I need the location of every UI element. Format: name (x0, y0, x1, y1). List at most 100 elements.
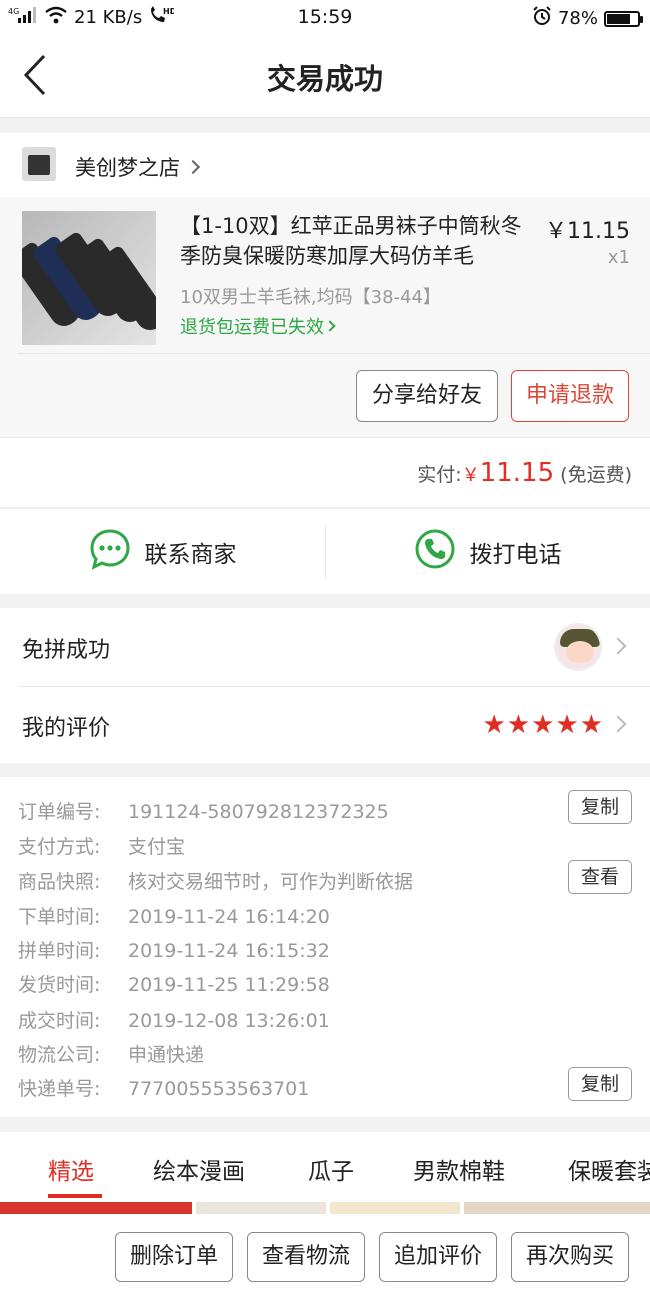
paid-amount: 11.15 (479, 458, 555, 488)
detail-row: 拼单时间: 2019-11-24 16:15:32 (18, 936, 330, 963)
star-icon: ★ (579, 710, 604, 740)
detail-row: 订单编号: 191124-580792812372325 (18, 797, 389, 824)
recommend-tabs: 精选 绘本漫画 瓜子 男款棉鞋 保暖套装 (0, 1132, 650, 1202)
paid-label: 实付: (417, 464, 462, 486)
review-label: 我的评价 (22, 716, 111, 741)
detail-key: 支付方式: (18, 836, 101, 858)
currency-symbol: ￥ (461, 465, 480, 486)
status-right: 78% (532, 6, 643, 31)
tab-item[interactable]: 精选 (48, 1152, 94, 1186)
product-quantity: x1 (607, 247, 630, 268)
contact-bar: 联系商家 拨打电话 (0, 508, 650, 594)
add-review-button[interactable]: 追加评价 (379, 1232, 497, 1282)
star-icon: ★ (506, 710, 532, 740)
contact-merchant-label: 联系商家 (144, 542, 237, 568)
detail-value: 核对交易细节时，可作为判断依据 (128, 871, 414, 893)
review-row[interactable]: 我的评价 ★★★★★ (0, 686, 650, 764)
view-snapshot-button[interactable]: 查看 (568, 860, 632, 894)
avatar-face (566, 641, 594, 663)
shop-row[interactable]: 美创梦之店 (0, 133, 650, 197)
detail-key: 物流公司: (18, 1044, 101, 1066)
star-icon: ★ (482, 710, 507, 740)
return-shipping-text: 退货包运费已失效 (180, 317, 324, 338)
tab-item[interactable]: 瓜子 (308, 1152, 354, 1186)
contact-merchant-button[interactable]: 联系商家 (0, 509, 325, 595)
status-bar: 4G 21 KB/s HD 15:59 78% (0, 0, 650, 34)
detail-value: 申通快递 (128, 1044, 205, 1066)
detail-key: 快递单号: (18, 1078, 101, 1100)
detail-value: 2019-11-24 16:15:32 (128, 940, 330, 962)
shop-name: 美创梦之店 (75, 156, 180, 180)
chevron-right-icon (185, 159, 201, 175)
active-tab-indicator (48, 1194, 102, 1198)
tab-item[interactable]: 绘本漫画 (153, 1152, 245, 1186)
alarm-icon (532, 6, 552, 31)
status-rows: 免拼成功 我的评价 ★★★★★ (0, 608, 650, 763)
share-button[interactable]: 分享给好友 (356, 370, 498, 422)
call-button[interactable]: 拨打电话 (325, 509, 650, 595)
product-spec: 10双男士羊毛袜,均码【38-44】 (180, 287, 441, 308)
chevron-right-icon (609, 715, 627, 733)
battery-percent: 78% (557, 8, 598, 29)
detail-key: 发货时间: (18, 974, 101, 996)
shop-logo (22, 147, 56, 181)
star-icon: ★ (555, 710, 580, 740)
star-icon: ★ (531, 710, 556, 740)
detail-row: 支付方式: 支付宝 (18, 832, 185, 859)
feed-item-preview (0, 1202, 192, 1214)
navigation-bar: 交易成功 (0, 34, 650, 118)
chat-bubble-icon (89, 528, 131, 576)
return-shipping-link[interactable]: 退货包运费已失效 (180, 313, 336, 339)
avatar (554, 623, 602, 671)
detail-row: 发货时间: 2019-11-25 11:29:58 (18, 970, 330, 997)
feed-item-preview (196, 1202, 326, 1214)
order-detail-screen: 4G 21 KB/s HD 15:59 78% 交易成功 美创梦之店 【1-10… (0, 0, 650, 1300)
detail-row: 商品快照: 核对交易细节时，可作为判断依据 (18, 867, 413, 894)
battery-level (607, 13, 631, 24)
refund-button[interactable]: 申请退款 (511, 370, 629, 422)
detail-row: 快递单号: 777005553563701 (18, 1074, 309, 1101)
detail-value: 2019-11-24 16:14:20 (128, 906, 330, 928)
view-logistics-button[interactable]: 查看物流 (247, 1232, 365, 1282)
detail-value: 2019-12-08 13:26:01 (128, 1010, 330, 1032)
paid-line: 实付:￥11.15 (免运费) (417, 458, 632, 488)
detail-value: 2019-11-25 11:29:58 (128, 974, 330, 996)
group-status-label: 免拼成功 (22, 638, 111, 663)
copy-button[interactable]: 复制 (568, 1067, 632, 1101)
page-title: 交易成功 (266, 62, 383, 96)
feed-item-preview (330, 1202, 460, 1214)
payment-summary: 实付:￥11.15 (免运费) (0, 437, 650, 507)
detail-key: 成交时间: (18, 1010, 101, 1032)
detail-row: 下单时间: 2019-11-24 16:14:20 (18, 902, 330, 929)
delete-order-button[interactable]: 删除订单 (115, 1232, 233, 1282)
chevron-right-icon (324, 320, 336, 332)
group-status-row[interactable]: 免拼成功 (0, 608, 650, 687)
product-price: ￥11.15 (545, 219, 630, 244)
tab-item[interactable]: 男款棉鞋 (413, 1152, 505, 1186)
phone-icon (414, 528, 456, 576)
detail-value: 支付宝 (128, 836, 186, 858)
product-title[interactable]: 【1-10双】红苹正品男袜子中筒秋冬季防臭保暖防寒加厚大码仿羊毛 (180, 211, 530, 271)
detail-key: 商品快照: (18, 871, 101, 893)
call-label: 拨打电话 (469, 542, 562, 568)
divider (18, 353, 650, 354)
detail-value: 191124-580792812372325 (128, 801, 389, 823)
detail-key: 订单编号: (18, 801, 101, 823)
battery-icon (604, 10, 643, 27)
order-details: 订单编号: 191124-580792812372325 复制 支付方式: 支付宝 商品快… (0, 777, 650, 1117)
detail-value: 777005553563701 (128, 1078, 310, 1100)
detail-row: 物流公司: 申通快递 (18, 1040, 204, 1067)
product-image[interactable] (22, 211, 156, 345)
tab-item[interactable]: 保暖套装 (568, 1152, 650, 1186)
detail-key: 下单时间: (18, 906, 101, 928)
product-card: 【1-10双】红苹正品男袜子中筒秋冬季防臭保暖防寒加厚大码仿羊毛 ￥11.15 … (0, 197, 650, 437)
detail-key: 拼单时间: (18, 940, 101, 962)
detail-row: 成交时间: 2019-12-08 13:26:01 (18, 1006, 330, 1033)
chevron-right-icon (609, 637, 627, 655)
copy-button[interactable]: 复制 (568, 790, 632, 824)
buy-again-button[interactable]: 再次购买 (511, 1232, 629, 1282)
rating-stars: ★★★★★ (482, 710, 604, 740)
shop-name-link[interactable]: 美创梦之店 (75, 152, 201, 182)
feed-item-preview (464, 1202, 650, 1214)
shipping-note: (免运费) (560, 464, 632, 486)
